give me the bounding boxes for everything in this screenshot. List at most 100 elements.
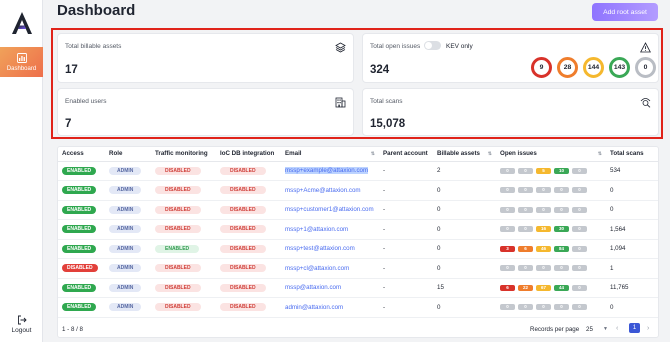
issue-count-badge[interactable]: 0 [536, 265, 551, 272]
issue-count-badge[interactable]: 3 [500, 245, 515, 252]
traffic-badge[interactable]: DISABLED [155, 166, 201, 175]
column-header-parent[interactable]: Parent account [379, 147, 433, 162]
email-link[interactable]: mssp@attaxion.com [285, 284, 341, 291]
access-badge[interactable]: DISABLED [62, 264, 98, 273]
issue-count-badge[interactable]: 0 [554, 187, 569, 194]
email-link[interactable]: mssp+1@attaxion.com [285, 226, 348, 233]
issue-count-badge[interactable]: 0 [572, 187, 587, 194]
column-header-ioc[interactable]: IoC DB integration [216, 147, 281, 162]
issue-count-badge[interactable]: 0 [500, 265, 515, 272]
issue-count-badge[interactable]: 0 [554, 265, 569, 272]
access-badge[interactable]: ENABLED [62, 303, 97, 312]
table-row[interactable]: ENABLED ADMIN DISABLED DISABLED mssp+1@attax… [58, 219, 658, 240]
column-header-issues[interactable]: Open issues ⇅ [496, 147, 606, 162]
email-link[interactable]: mssp+example@attaxion.com [285, 167, 369, 175]
traffic-badge[interactable]: DISABLED [155, 186, 201, 195]
issue-count-badge[interactable]: 0 [500, 304, 515, 311]
email-link[interactable]: mssp+customer1@attaxion.com [285, 206, 374, 213]
issue-count-badge[interactable]: 0 [554, 304, 569, 311]
issue-count-badge[interactable]: 0 [518, 304, 533, 311]
issue-count-badge[interactable]: 0 [572, 304, 587, 311]
email-link[interactable]: mssp+Acme@attaxion.com [285, 187, 361, 194]
app-logo[interactable] [9, 10, 35, 36]
issue-count-badge[interactable]: 0 [536, 304, 551, 311]
issue-count-badge[interactable]: 0 [518, 167, 533, 174]
issue-count-badge[interactable]: 0 [518, 265, 533, 272]
sort-icon[interactable]: ⇅ [598, 151, 602, 157]
access-badge[interactable]: ENABLED [62, 244, 97, 253]
access-badge[interactable]: ENABLED [62, 283, 97, 292]
issue-count-badge[interactable]: 46 [536, 245, 551, 252]
email-link[interactable]: mssp+cl@attaxion.com [285, 265, 349, 272]
issue-count-badge[interactable]: 0 [500, 167, 515, 174]
records-per-page-select[interactable]: 25 ▼ [586, 324, 608, 334]
table-row[interactable]: ENABLED ADMIN DISABLED DISABLED admin@attaxi… [58, 297, 658, 318]
column-header-email[interactable]: Email ⇅ [281, 147, 379, 162]
sort-icon[interactable]: ⇅ [371, 151, 375, 157]
issue-count-badge[interactable]: 0 [518, 206, 533, 213]
traffic-badge[interactable]: DISABLED [155, 283, 201, 292]
traffic-badge[interactable]: DISABLED [155, 205, 201, 214]
table-row[interactable]: ENABLED ADMIN DISABLED DISABLED mssp+Acme@at… [58, 180, 658, 201]
issue-count-badge[interactable]: 5 [536, 167, 551, 174]
logout-button[interactable]: Logout [0, 315, 43, 334]
issue-count-badge[interactable]: 0 [572, 167, 587, 174]
issue-count-badge[interactable]: 67 [536, 284, 551, 291]
issue-count-badge[interactable]: 0 [572, 226, 587, 233]
ioc-badge[interactable]: DISABLED [220, 186, 266, 195]
issue-count-badge[interactable]: 16 [536, 226, 551, 233]
issue-count-badge[interactable]: 0 [536, 206, 551, 213]
access-badge[interactable]: ENABLED [62, 205, 97, 214]
table-row[interactable]: ENABLED ADMIN DISABLED DISABLED mssp+custome… [58, 200, 658, 220]
traffic-badge[interactable]: DISABLED [155, 303, 201, 312]
access-badge[interactable]: ENABLED [62, 166, 97, 175]
column-header-traffic[interactable]: Traffic monitoring [151, 147, 216, 162]
issue-count-badge[interactable]: 6 [518, 245, 533, 252]
issue-count-badge[interactable]: 0 [500, 187, 515, 194]
traffic-badge[interactable]: DISABLED [155, 225, 201, 234]
ioc-badge[interactable]: DISABLED [220, 166, 266, 175]
next-page-button[interactable]: › [647, 325, 649, 332]
column-header-scans[interactable]: Total scans [606, 147, 658, 162]
issue-count-badge[interactable]: 0 [572, 245, 587, 252]
email-link[interactable]: mssp+test@attaxion.com [285, 245, 355, 252]
issue-count-badge[interactable]: 0 [572, 265, 587, 272]
ioc-badge[interactable]: DISABLED [220, 225, 266, 234]
issue-count-badge[interactable]: 0 [518, 187, 533, 194]
issue-count-badge[interactable]: 0 [572, 206, 587, 213]
current-page-button[interactable]: 1 [629, 323, 640, 333]
sidebar-item-dashboard[interactable]: Dashboard [0, 47, 43, 77]
traffic-badge[interactable]: ENABLED [155, 244, 200, 253]
ioc-badge[interactable]: DISABLED [220, 244, 266, 253]
traffic-badge[interactable]: DISABLED [155, 264, 201, 273]
table-row[interactable]: ENABLED ADMIN DISABLED DISABLED mssp@attaxio… [58, 278, 658, 298]
issue-count-badge[interactable]: 0 [572, 284, 587, 291]
add-root-asset-button[interactable]: Add root asset [592, 3, 658, 21]
ioc-badge[interactable]: DISABLED [220, 205, 266, 214]
email-link[interactable]: admin@attaxion.com [285, 304, 343, 311]
issue-count-badge[interactable]: 44 [554, 284, 569, 291]
ioc-badge[interactable]: DISABLED [220, 264, 266, 273]
issue-count-badge[interactable]: 6 [500, 284, 515, 291]
issue-count-badge[interactable]: 30 [554, 226, 569, 233]
column-header-role[interactable]: Role [105, 147, 151, 162]
issue-count-badge[interactable]: 0 [500, 226, 515, 233]
issue-count-badge[interactable]: 22 [518, 284, 533, 291]
ioc-badge[interactable]: DISABLED [220, 303, 266, 312]
access-badge[interactable]: ENABLED [62, 186, 97, 195]
issue-count-badge[interactable]: 0 [536, 187, 551, 194]
issue-count-badge[interactable]: 0 [554, 206, 569, 213]
column-header-billable[interactable]: Billable assets ⇅ [433, 147, 496, 162]
ioc-badge[interactable]: DISABLED [220, 283, 266, 292]
table-row[interactable]: ENABLED ADMIN ENABLED DISABLED mssp+test@att… [58, 239, 658, 259]
issue-count-badge[interactable]: 0 [500, 206, 515, 213]
issue-count-badge[interactable]: 10 [554, 167, 569, 174]
prev-page-button[interactable]: ‹ [616, 325, 618, 332]
table-row[interactable]: DISABLED ADMIN DISABLED DISABLED mssp+cl@att… [58, 258, 658, 279]
table-row[interactable]: ENABLED ADMIN DISABLED DISABLED mssp+example… [58, 161, 658, 181]
access-badge[interactable]: ENABLED [62, 225, 97, 234]
issue-count-badge[interactable]: 0 [518, 226, 533, 233]
issue-count-badge[interactable]: 84 [554, 245, 569, 252]
column-header-access[interactable]: Access [58, 147, 105, 162]
sort-icon[interactable]: ⇅ [488, 151, 492, 157]
